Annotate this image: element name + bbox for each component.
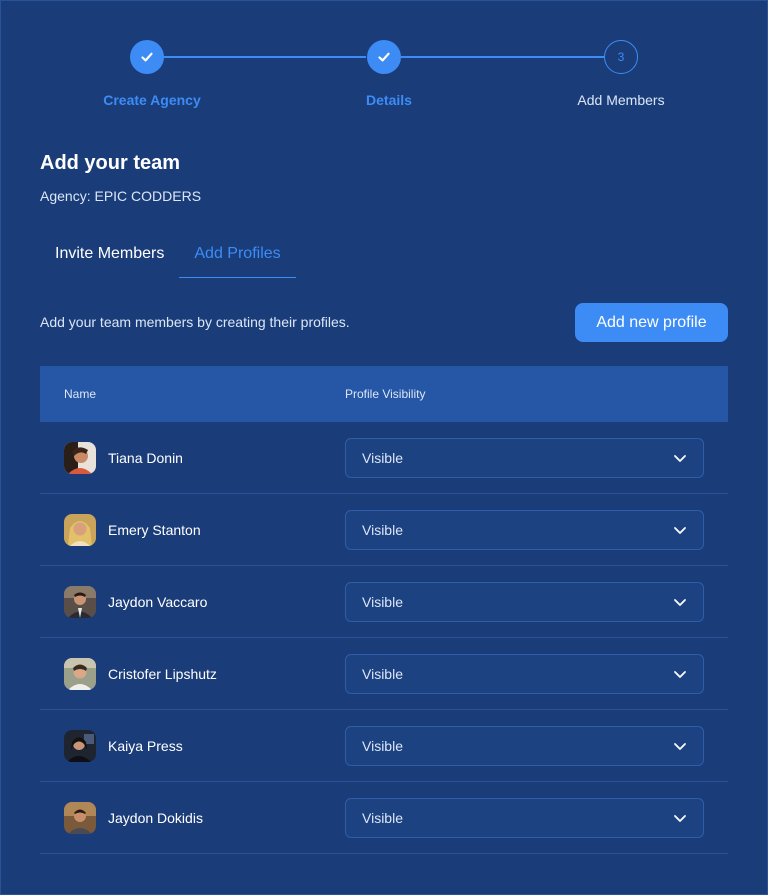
visibility-select[interactable]: Visible [345,653,704,694]
step-label-create-agency[interactable]: Create Agency [62,92,242,108]
table-row: Jaydon Vaccaro Visible [40,566,728,638]
column-header-visibility: Profile Visibility [345,387,426,401]
tab-bar: Invite Members Add Profiles [40,232,296,278]
chevron-down-icon [674,598,686,606]
visibility-value: Visible [362,449,403,466]
member-name: Emery Stanton [108,521,201,538]
add-new-profile-button[interactable]: Add new profile [575,303,728,342]
avatar [64,585,96,618]
visibility-value: Visible [362,737,403,754]
agency-name: Agency: EPIC CODDERS [40,188,202,204]
avatar [64,729,96,762]
stepper: 3 Create Agency Details Add Members [0,0,768,130]
visibility-value: Visible [362,593,403,610]
name-cell: Cristofer Lipshutz [40,657,345,690]
name-cell: Emery Stanton [40,513,345,546]
member-name: Kaiya Press [108,737,183,754]
step-label-details[interactable]: Details [299,92,479,108]
avatar [64,513,96,546]
visibility-select[interactable]: Visible [345,437,704,478]
name-cell: Jaydon Vaccaro [40,585,345,618]
column-header-name: Name [64,387,97,401]
tab-invite-members[interactable]: Invite Members [40,232,179,278]
table-row: Tiana Donin Visible [40,422,728,494]
member-name: Cristofer Lipshutz [108,665,217,682]
visibility-value: Visible [362,809,403,826]
tab-add-profiles[interactable]: Add Profiles [179,232,296,278]
step-3-circle[interactable]: 3 [604,40,638,74]
avatar [64,801,96,834]
visibility-value: Visible [362,665,403,682]
name-cell: Tiana Donin [40,441,345,474]
step-2-circle[interactable] [367,40,401,74]
chevron-down-icon [674,742,686,750]
step-connector [401,56,604,58]
visibility-select[interactable]: Visible [345,797,704,838]
step-1-circle[interactable] [130,40,164,74]
name-cell: Jaydon Dokidis [40,801,345,834]
table-header: Name Profile Visibility [40,366,728,422]
name-cell: Kaiya Press [40,729,345,762]
visibility-select[interactable]: Visible [345,581,704,622]
check-icon [141,52,153,62]
member-name: Jaydon Vaccaro [108,593,208,610]
check-icon [378,52,390,62]
member-name: Tiana Donin [108,449,183,466]
chevron-down-icon [674,454,686,462]
table-row: Jaydon Dokidis Visible [40,782,728,854]
step-label-add-members: Add Members [577,92,665,108]
table-row: Kaiya Press Visible [40,710,728,782]
table-row: Emery Stanton Visible [40,494,728,566]
avatar [64,441,96,474]
chevron-down-icon [674,670,686,678]
instructions-text: Add your team members by creating their … [40,314,350,330]
table-row: Cristofer Lipshutz Visible [40,638,728,710]
chevron-down-icon [674,526,686,534]
step-number: 3 [617,50,625,64]
members-table: Name Profile Visibility Tiana Donin Visi… [40,366,728,854]
avatar [64,657,96,690]
chevron-down-icon [674,814,686,822]
page-title: Add your team [40,152,181,174]
step-connector [164,56,366,58]
visibility-value: Visible [362,521,403,538]
member-name: Jaydon Dokidis [108,809,203,826]
visibility-select[interactable]: Visible [345,725,704,766]
visibility-select[interactable]: Visible [345,509,704,550]
